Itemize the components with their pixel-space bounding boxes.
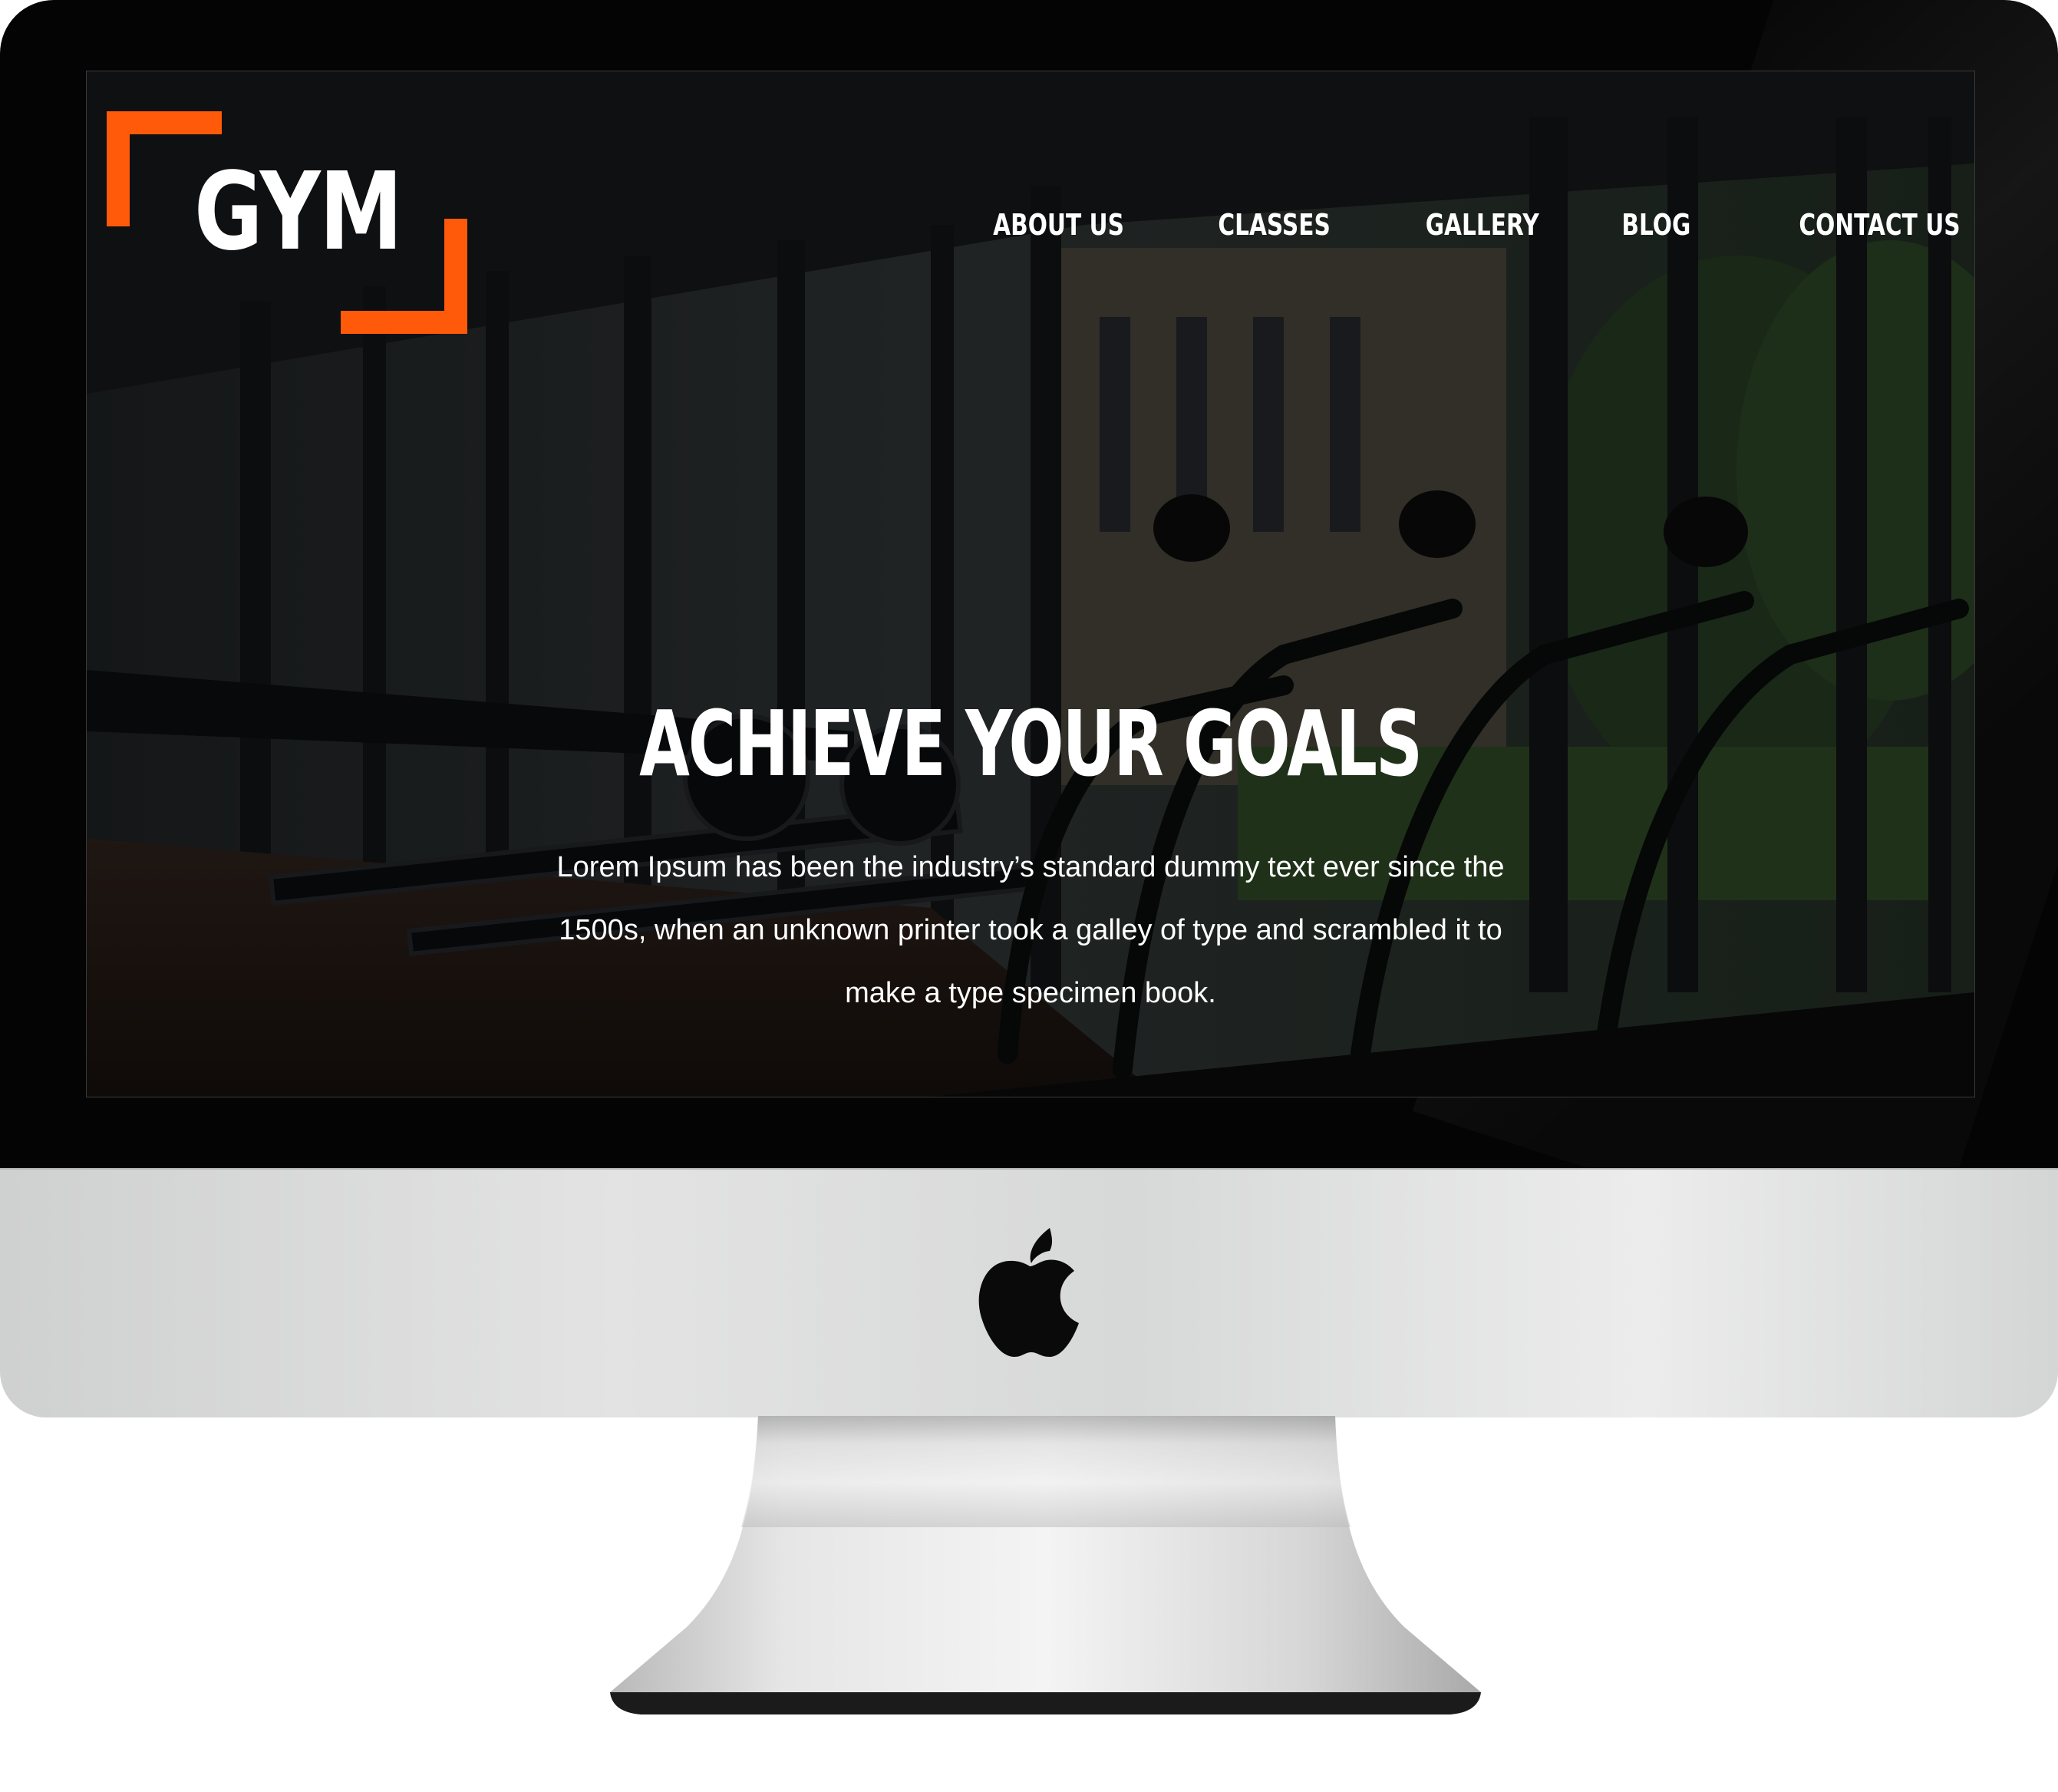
nav-item-contact-us[interactable]: CONTACT US [1799, 208, 1961, 242]
main-navigation: ABOUT US CLASSES GALLERY BLOG CONTACT US [893, 208, 1961, 242]
hero-title: ACHIEVE YOUR GOALS [87, 696, 1974, 791]
logo-text: GYM [194, 150, 403, 275]
hero-title-text: ACHIEVE YOUR GOALS [639, 691, 1423, 797]
nav-item-about-us[interactable]: ABOUT US [993, 208, 1124, 242]
nav-item-blog[interactable]: BLOG [1621, 208, 1690, 242]
nav-item-classes[interactable]: CLASSES [1219, 208, 1331, 242]
screen: GYM ABOUT US CLASSES GALLERY BLOG CONTAC… [86, 71, 1975, 1097]
nav-item-gallery[interactable]: GALLERY [1426, 208, 1539, 242]
imac-mockup: GYM ABOUT US CLASSES GALLERY BLOG CONTAC… [0, 0, 2058, 1792]
hero-description: Lorem Ipsum has been the industry’s stan… [556, 851, 1505, 1009]
apple-icon [978, 1228, 1079, 1357]
site-logo[interactable]: GYM [107, 111, 467, 334]
